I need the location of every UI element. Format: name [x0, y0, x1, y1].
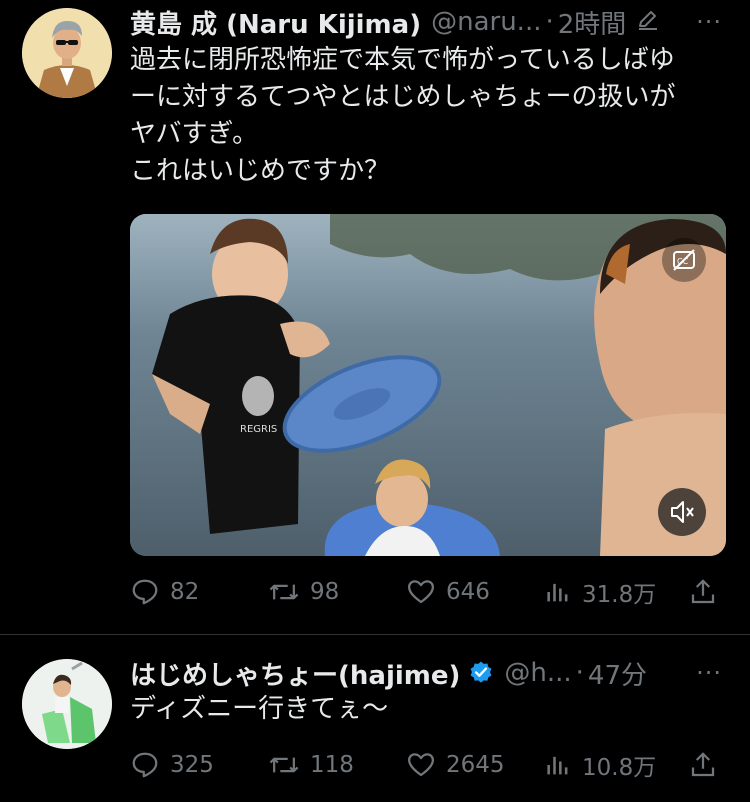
author-name[interactable]: はじめしゃちょー(hajime) — [130, 655, 460, 692]
tweet-header: 黄島 成 (Naru Kijima) @naru... · 2時間 ··· — [130, 2, 750, 42]
timestamp[interactable]: 2時間 — [558, 4, 627, 41]
reply-button[interactable]: 82 — [130, 572, 199, 612]
separator-dot: · — [575, 658, 584, 688]
author-name[interactable]: 黄島 成 (Naru Kijima) — [130, 4, 421, 41]
reply-count: 325 — [170, 752, 214, 778]
views-chart-icon — [547, 756, 568, 775]
retweet-button[interactable]: 118 — [268, 745, 354, 785]
more-options-icon[interactable]: ··· — [696, 653, 722, 693]
heart-icon — [408, 753, 434, 777]
author-handle[interactable]: @h... — [504, 658, 571, 688]
tweet-text-line: ヤバすぎ。 — [130, 119, 259, 149]
closed-captions-off-icon[interactable]: CC — [662, 238, 706, 282]
video-player[interactable]: REGRIS CC — [130, 214, 726, 556]
views-count: 31.8万 — [582, 582, 657, 608]
timestamp[interactable]: 47分 — [588, 655, 647, 692]
tweet-text-line: ーに対するてつやとはじめしゃちょーの扱いが — [130, 82, 676, 112]
views-chart-icon — [547, 583, 568, 602]
tweet[interactable]: 黄島 成 (Naru Kijima) @naru... · 2時間 ··· 過去… — [0, 0, 750, 634]
tweet-text-line: 過去に閉所恐怖症で本気で怖がっているしばゆ — [130, 45, 675, 75]
shirt-print: REGRIS — [240, 424, 277, 435]
retweet-icon — [269, 757, 299, 773]
heart-icon — [408, 580, 434, 604]
tweet-text: ディズニー行きてぇ〜 — [130, 691, 730, 728]
retweet-count: 98 — [310, 579, 340, 605]
share-icon — [691, 579, 715, 604]
edited-pencil-icon[interactable] — [636, 7, 660, 38]
tweet-actions: 325 118 2645 10.8万 — [130, 745, 730, 785]
views-button[interactable]: 10.8万 — [544, 745, 656, 785]
like-count: 2645 — [446, 752, 505, 778]
share-icon — [691, 752, 715, 777]
tweet-header: はじめしゃちょー(hajime) @h... · 47分 ··· — [130, 653, 750, 693]
separator-dot: · — [545, 7, 554, 37]
author-avatar[interactable] — [22, 659, 112, 749]
tweet[interactable]: はじめしゃちょー(hajime) @h... · 47分 ··· ディズニー行き… — [0, 635, 750, 802]
like-button[interactable]: 646 — [406, 572, 490, 612]
verified-badge-icon — [468, 660, 494, 686]
reply-button[interactable]: 325 — [130, 745, 214, 785]
author-avatar[interactable] — [22, 8, 112, 98]
retweet-count: 118 — [310, 752, 354, 778]
tweet-actions: 82 98 646 31.8万 — [130, 572, 730, 612]
like-count: 646 — [446, 579, 490, 605]
video-frame: REGRIS — [130, 214, 726, 556]
volume-muted-icon[interactable] — [658, 488, 706, 536]
tweet-text-line: ディズニー行きてぇ〜 — [130, 694, 389, 724]
share-button[interactable] — [688, 572, 728, 612]
retweet-icon — [269, 584, 299, 600]
tweet-text: 過去に閉所恐怖症で本気で怖がっているしばゆ ーに対するてつやとはじめしゃちょーの… — [130, 42, 730, 190]
reply-icon — [132, 579, 158, 605]
more-options-icon[interactable]: ··· — [696, 2, 722, 42]
like-button[interactable]: 2645 — [406, 745, 505, 785]
reply-count: 82 — [170, 579, 200, 605]
share-button[interactable] — [688, 745, 728, 785]
author-handle[interactable]: @naru... — [431, 7, 541, 37]
tweet-text-line: これはいじめですか？ — [130, 156, 391, 186]
views-button[interactable]: 31.8万 — [544, 572, 656, 612]
retweet-button[interactable]: 98 — [268, 572, 339, 612]
reply-icon — [132, 752, 158, 778]
views-count: 10.8万 — [582, 755, 657, 781]
